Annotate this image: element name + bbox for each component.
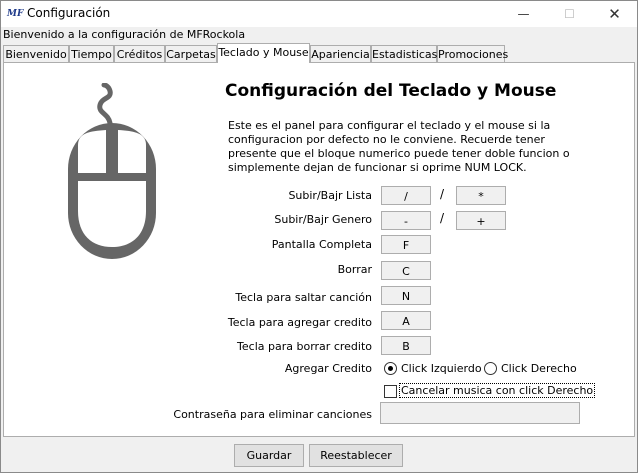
tab-strip: Bienvenido Tiempo Créditos Carpetas Tecl… [3,43,635,63]
minimize-button[interactable]: — [501,1,546,27]
panel-description: Este es el panel para configurar el tecl… [228,119,570,174]
label-password: Contraseña para eliminar canciones [173,408,372,421]
tab-apariencia[interactable]: Apariencia [310,45,371,62]
config-window: MF Configuración — ☐ ✕ Bienvenido a la c… [0,0,638,473]
checkbox-cancelar-musica-label[interactable]: Cancelar musica con click Derecho [399,383,596,398]
tab-bienvenido[interactable]: Bienvenido [3,45,69,62]
label-borrar: Borrar [337,263,372,276]
label-agregar-credito-key: Tecla para agregar credito [227,316,372,329]
label-pantalla-completa: Pantalla Completa [271,238,372,251]
close-icon: ✕ [608,5,621,23]
panel-heading: Configuración del Teclado y Mouse [225,81,557,101]
welcome-text: Bienvenido a la configuración de MFRocko… [3,28,246,41]
checkbox-cancelar-musica[interactable] [384,385,397,398]
window-title: Configuración [27,6,111,20]
key-borrar-credito[interactable]: B [381,336,431,355]
tab-promociones[interactable]: Promociones [437,45,508,62]
minimize-icon: — [517,7,530,21]
radio-click-derecho-label[interactable]: Click Derecho [501,362,577,375]
title-bar[interactable]: MF Configuración — ☐ ✕ [1,1,637,27]
radio-click-izquierdo[interactable] [384,362,397,375]
save-button[interactable]: Guardar [234,444,304,467]
radio-click-derecho[interactable] [484,362,497,375]
separator-genero: / [440,211,445,225]
label-agregar-credito: Agregar Credito [284,362,372,375]
tab-tiempo[interactable]: Tiempo [69,45,114,62]
key-lista-down[interactable]: * [456,186,506,205]
key-genero-down[interactable]: + [456,211,506,230]
key-pantalla-completa[interactable]: F [381,235,431,254]
tab-estadisticas[interactable]: Estadisticas [371,45,437,62]
reset-button[interactable]: Reestablecer [309,444,403,467]
app-icon: MF [7,9,24,19]
tab-creditos[interactable]: Créditos [114,45,165,62]
label-saltar-cancion: Tecla para saltar canción [235,291,372,304]
separator-lista: / [440,187,445,201]
tab-carpetas[interactable]: Carpetas [165,45,217,62]
radio-click-izquierdo-label[interactable]: Click Izquierdo [401,362,482,375]
maximize-icon: ☐ [564,7,575,21]
tab-teclado-mouse[interactable]: Teclado y Mouse [217,43,310,63]
key-saltar-cancion[interactable]: N [381,286,431,305]
password-input[interactable] [380,402,580,424]
key-borrar[interactable]: C [381,261,431,280]
label-borrar-credito: Tecla para borrar credito [237,340,372,353]
label-subir-bajar-genero: Subir/Bajr Genero [274,213,372,226]
key-genero-up[interactable]: - [381,211,431,230]
close-button[interactable]: ✕ [592,1,637,27]
key-lista-up[interactable]: / [381,186,431,205]
maximize-button[interactable]: ☐ [547,1,592,27]
key-agregar-credito[interactable]: A [381,311,431,330]
keyboard-mouse-panel: Configuración del Teclado y Mouse Este e… [3,62,635,437]
label-subir-bajar-lista: Subir/Bajr Lista [288,189,372,202]
